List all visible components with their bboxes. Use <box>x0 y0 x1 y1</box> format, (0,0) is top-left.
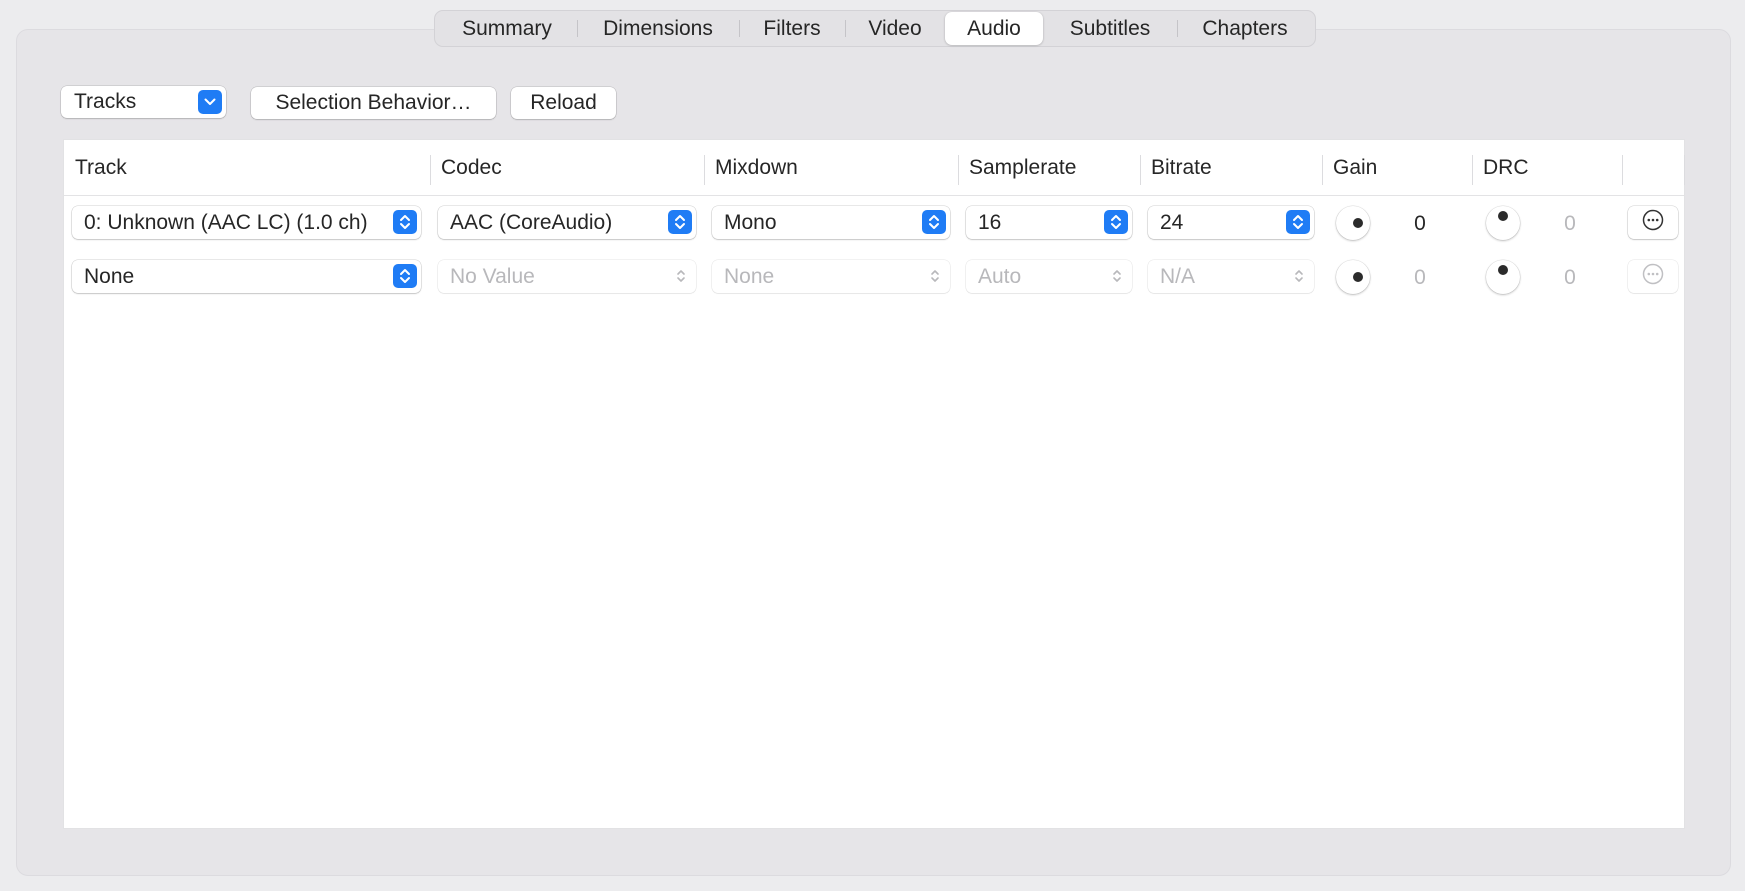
samplerate-popup[interactable]: Auto <box>966 260 1132 293</box>
column-header-gain[interactable]: Gain <box>1322 140 1472 196</box>
column-separator[interactable] <box>1622 155 1623 185</box>
tab-dimensions[interactable]: Dimensions <box>577 12 739 45</box>
column-header-mixdown[interactable]: Mixdown <box>704 140 958 196</box>
up-down-chevron-icon <box>922 210 946 234</box>
tab-chapters[interactable]: Chapters <box>1177 12 1313 45</box>
track-options-button[interactable] <box>1628 206 1678 239</box>
drc-knob[interactable] <box>1486 206 1520 240</box>
tracks-popup-label: Tracks <box>74 90 137 113</box>
gain-value: 0 <box>1414 212 1426 235</box>
tab-bar: Summary Dimensions Filters Video Audio S… <box>434 10 1316 47</box>
tab-summary[interactable]: Summary <box>437 12 577 45</box>
table-header: Track Codec Mixdown Samplerate Bitrate G… <box>64 140 1685 196</box>
gain-knob[interactable] <box>1336 206 1370 240</box>
tracks-popup[interactable]: Tracks <box>61 86 226 118</box>
knob-indicator-icon <box>1498 211 1508 221</box>
bitrate-popup[interactable]: 24 <box>1148 206 1314 239</box>
tab-filters[interactable]: Filters <box>739 12 845 45</box>
track-popup[interactable]: 0: Unknown (AAC LC) (1.0 ch) <box>72 206 421 239</box>
samplerate-popup-value: Auto <box>978 264 1022 288</box>
track-options-button[interactable] <box>1628 260 1678 293</box>
up-down-chevron-icon <box>1104 210 1128 234</box>
bitrate-popup[interactable]: N/A <box>1148 260 1314 293</box>
codec-popup-value: No Value <box>450 264 535 288</box>
mixdown-popup[interactable]: Mono <box>712 206 950 239</box>
drc-knob[interactable] <box>1486 260 1520 294</box>
up-down-chevron-icon <box>1108 265 1126 287</box>
bitrate-popup-value: N/A <box>1160 264 1196 288</box>
up-down-chevron-icon <box>668 210 692 234</box>
selection-behavior-button[interactable]: Selection Behavior… <box>251 87 496 119</box>
up-down-chevron-icon <box>1286 210 1310 234</box>
audio-tracks-table: Track Codec Mixdown Samplerate Bitrate G… <box>63 139 1685 829</box>
samplerate-popup[interactable]: 16 <box>966 206 1132 239</box>
up-down-chevron-icon <box>393 210 417 234</box>
column-separator[interactable] <box>1684 155 1685 185</box>
knob-indicator-icon <box>1353 218 1363 228</box>
mixdown-popup[interactable]: None <box>712 260 950 293</box>
codec-popup-value: AAC (CoreAudio) <box>450 210 613 234</box>
mixdown-popup-value: None <box>724 264 775 288</box>
codec-popup[interactable]: No Value <box>438 260 696 293</box>
reload-button[interactable]: Reload <box>511 87 616 119</box>
drc-value: 0 <box>1564 212 1576 235</box>
up-down-chevron-icon <box>926 265 944 287</box>
column-header-samplerate[interactable]: Samplerate <box>958 140 1140 196</box>
track-popup-value: None <box>84 264 135 288</box>
column-header-codec[interactable]: Codec <box>430 140 703 196</box>
mixdown-popup-value: Mono <box>724 210 777 234</box>
drc-value: 0 <box>1564 266 1576 289</box>
ellipsis-circle-icon <box>1642 209 1664 236</box>
tab-video[interactable]: Video <box>845 12 945 45</box>
knob-indicator-icon <box>1498 265 1508 275</box>
up-down-chevron-icon <box>1290 265 1308 287</box>
chevron-down-icon <box>198 90 222 114</box>
column-header-bitrate[interactable]: Bitrate <box>1140 140 1322 196</box>
column-header-drc[interactable]: DRC <box>1472 140 1622 196</box>
track-popup[interactable]: None <box>72 260 421 293</box>
up-down-chevron-icon <box>672 265 690 287</box>
samplerate-popup-value: 16 <box>978 210 1002 234</box>
column-header-track[interactable]: Track <box>64 140 429 196</box>
codec-popup[interactable]: AAC (CoreAudio) <box>438 206 696 239</box>
track-popup-value: 0: Unknown (AAC LC) (1.0 ch) <box>84 210 368 234</box>
gain-value: 0 <box>1414 266 1426 289</box>
bitrate-popup-value: 24 <box>1160 210 1184 234</box>
gain-knob[interactable] <box>1336 260 1370 294</box>
ellipsis-circle-icon <box>1642 263 1664 290</box>
up-down-chevron-icon <box>393 264 417 288</box>
tab-audio[interactable]: Audio <box>945 12 1043 45</box>
knob-indicator-icon <box>1353 272 1363 282</box>
tab-subtitles[interactable]: Subtitles <box>1043 12 1177 45</box>
